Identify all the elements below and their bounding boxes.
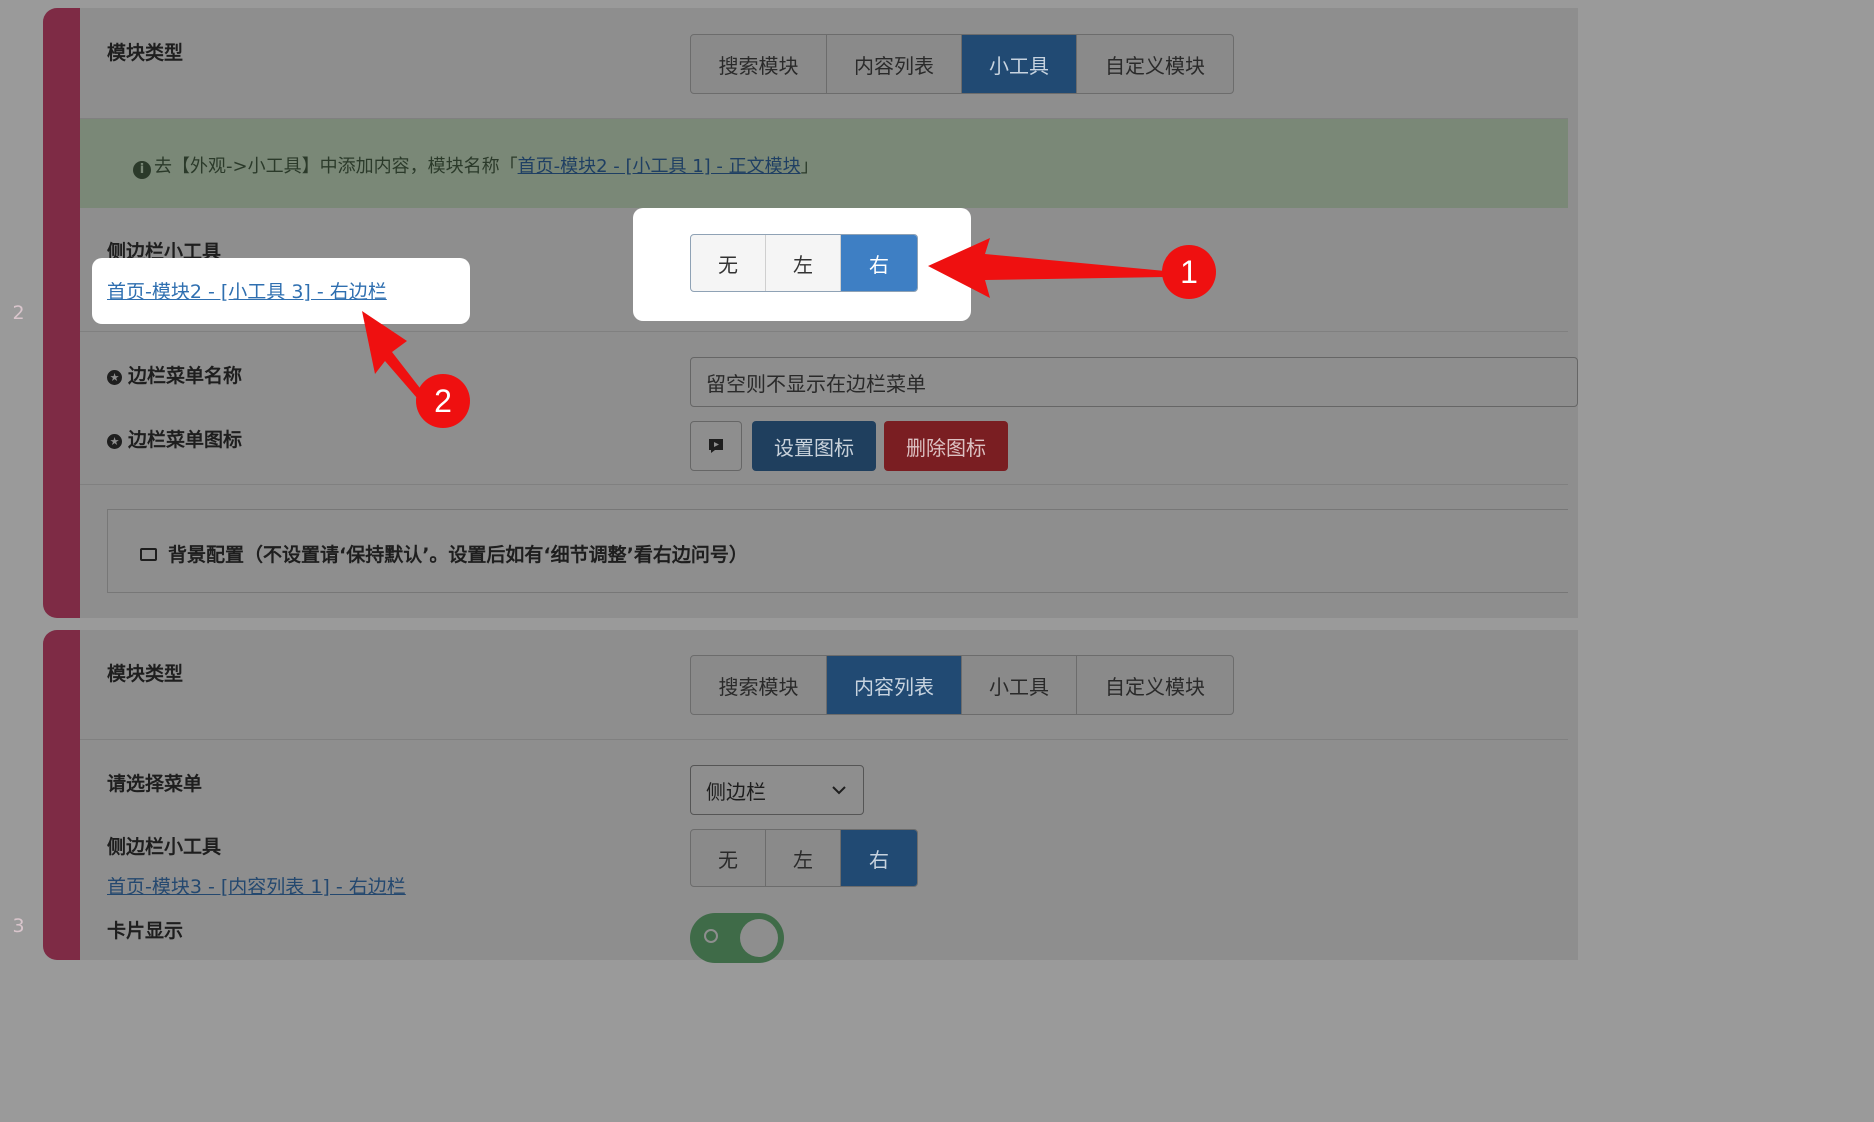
menu-icon-preview bbox=[690, 421, 742, 471]
module-stripe bbox=[43, 8, 80, 618]
sidebar-option-none[interactable]: 无 bbox=[691, 235, 766, 291]
toggle-ring bbox=[704, 929, 718, 943]
sidebar-option-right[interactable]: 右 bbox=[841, 235, 917, 291]
card-display-label: 卡片显示 bbox=[107, 920, 184, 942]
sidebar-option-none[interactable]: 无 bbox=[691, 830, 766, 886]
set-icon-button[interactable]: 设置图标 bbox=[752, 421, 876, 471]
flag-icon bbox=[709, 439, 723, 453]
divider bbox=[80, 331, 1568, 332]
star-icon: ★ bbox=[107, 370, 122, 385]
sidebar-option-left[interactable]: 左 bbox=[766, 235, 841, 291]
sidebar-widget-label: 侧边栏小工具 bbox=[107, 836, 222, 858]
module-type-group: 搜索模块 内容列表 小工具 自定义模块 bbox=[690, 655, 1234, 715]
module-stripe bbox=[43, 630, 80, 960]
menu-select[interactable]: 侧边栏 bbox=[690, 765, 864, 815]
module-type-group: 搜索模块 内容列表 小工具 自定义模块 bbox=[690, 34, 1234, 94]
divider bbox=[80, 484, 1568, 485]
type-option-widget[interactable]: 小工具 bbox=[962, 656, 1077, 714]
type-option-widget[interactable]: 小工具 bbox=[962, 35, 1077, 93]
image-icon bbox=[140, 548, 157, 561]
sidebar-option-left[interactable]: 左 bbox=[766, 830, 841, 886]
type-option-content-list[interactable]: 内容列表 bbox=[827, 656, 962, 714]
type-option-content-list[interactable]: 内容列表 bbox=[827, 35, 962, 93]
type-option-custom[interactable]: 自定义模块 bbox=[1077, 656, 1233, 714]
menu-name-label: ★ 边栏菜单名称 bbox=[107, 361, 242, 388]
sidebar-position-group: 无 左 右 bbox=[690, 829, 918, 887]
info-icon: i bbox=[133, 161, 151, 179]
background-config-title: 背景配置（不设置请‘保持默认’。设置后如有‘细节调整’看右边问号） bbox=[140, 540, 748, 567]
notice-text: i 去【外观->小工具】中添加内容，模块名称「首页-模块2 - [小工具 1] -… bbox=[133, 152, 819, 179]
sidebar-widget-link[interactable]: 首页-模块3 - [内容列表 1] - 右边栏 bbox=[107, 872, 406, 899]
menu-icon-label: ★ 边栏菜单图标 bbox=[107, 425, 242, 452]
toggle-knob bbox=[740, 919, 778, 957]
annotation-badge-1: 1 bbox=[1162, 245, 1216, 299]
type-option-search[interactable]: 搜索模块 bbox=[691, 656, 827, 714]
type-option-search[interactable]: 搜索模块 bbox=[691, 35, 827, 93]
card-display-toggle[interactable] bbox=[690, 913, 784, 963]
notice-module-link[interactable]: 首页-模块2 - [小工具 1] - 正文模块 bbox=[518, 156, 801, 177]
module-type-label: 模块类型 bbox=[107, 42, 184, 64]
sidebar-option-right[interactable]: 右 bbox=[841, 830, 917, 886]
type-option-custom[interactable]: 自定义模块 bbox=[1077, 35, 1233, 93]
menu-name-input[interactable]: 留空则不显示在边栏菜单 bbox=[690, 357, 1578, 407]
menu-select-label: 请选择菜单 bbox=[107, 773, 203, 795]
chevron-down-icon bbox=[832, 786, 846, 795]
module-number: 3 bbox=[12, 915, 25, 937]
sidebar-widget-link[interactable]: 首页-模块2 - [小工具 3] - 右边栏 bbox=[107, 277, 387, 304]
annotation-badge-2: 2 bbox=[416, 374, 470, 428]
module-number: 2 bbox=[12, 302, 25, 324]
module-type-label: 模块类型 bbox=[107, 663, 184, 685]
star-icon: ★ bbox=[107, 434, 122, 449]
sidebar-position-group: 无 左 右 bbox=[690, 234, 918, 292]
delete-icon-button[interactable]: 删除图标 bbox=[884, 421, 1008, 471]
divider bbox=[80, 739, 1568, 740]
